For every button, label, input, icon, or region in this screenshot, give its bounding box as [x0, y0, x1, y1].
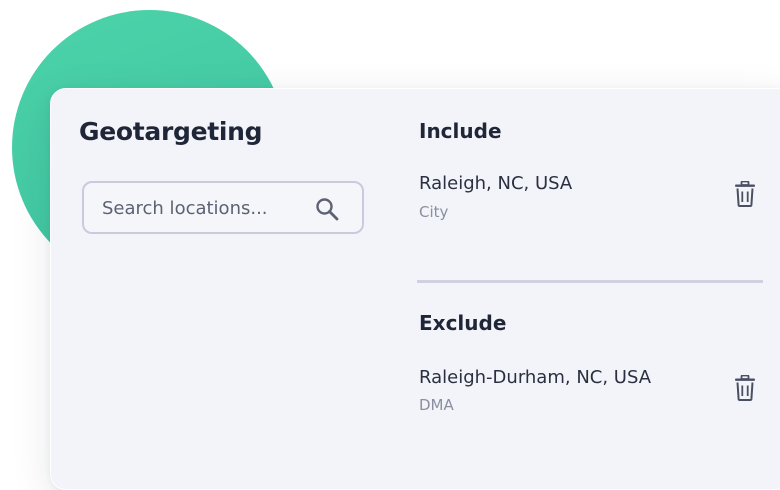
- geotargeting-panel: Geotargeting Search locations... Include…: [50, 88, 780, 490]
- include-location-type: City: [419, 203, 449, 221]
- exclude-location-name: Raleigh-Durham, NC, USA: [419, 367, 652, 388]
- section-divider: [417, 280, 763, 283]
- exclude-location-type: DMA: [419, 396, 454, 414]
- trash-icon[interactable]: [734, 375, 756, 401]
- search-placeholder: Search locations...: [102, 198, 268, 219]
- search-icon[interactable]: [314, 196, 340, 222]
- search-input[interactable]: Search locations...: [82, 181, 364, 234]
- exclude-heading: Exclude: [419, 311, 507, 335]
- include-location-name: Raleigh, NC, USA: [419, 173, 573, 194]
- trash-icon[interactable]: [734, 181, 756, 207]
- panel-title: Geotargeting: [79, 117, 263, 146]
- include-heading: Include: [419, 119, 502, 143]
